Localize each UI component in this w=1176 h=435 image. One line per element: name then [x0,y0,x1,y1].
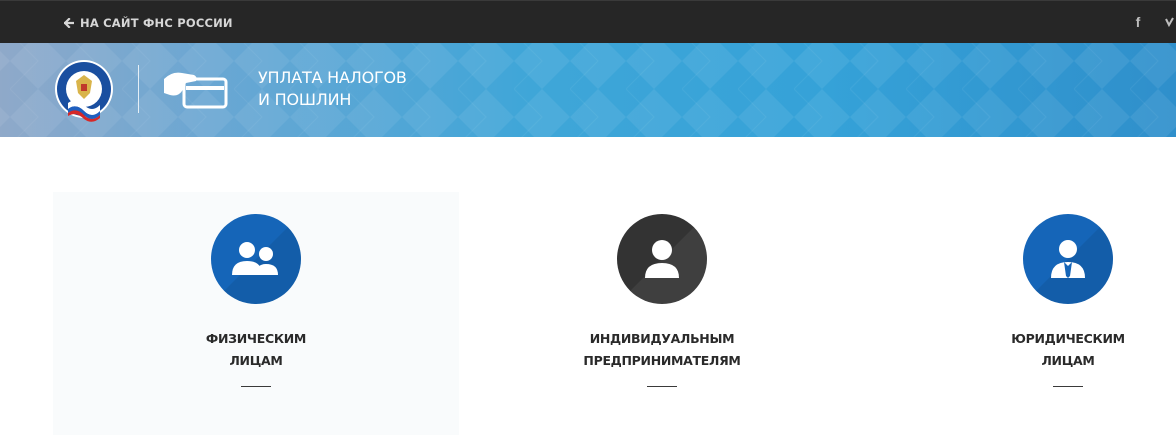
card-legal-entities[interactable]: ЮРИДИЧЕСКИМ ЛИЦАМ [865,192,1176,435]
title-underline [647,386,677,387]
card-title-line2: ЛИЦАМ [1041,353,1095,368]
card-title-line1: ИНДИВИДУАЛЬНЫМ [589,331,735,346]
card-title-line1: ФИЗИЧЕСКИМ [205,331,307,346]
card-entrepreneurs-title: ИНДИВИДУАЛЬНЫМ ПРЕДПРИНИМАТЕЛЯМ [583,328,740,372]
title-underline [1053,386,1083,387]
card-individuals-title: ФИЗИЧЕСКИМ ЛИЦАМ [206,328,306,372]
user-icon [645,240,679,278]
banner-divider [138,65,139,113]
back-to-fns-link[interactable]: НА САЙТ ФНС РОССИИ [64,14,233,32]
card-entrepreneurs[interactable]: ИНДИВИДУАЛЬНЫМ ПРЕДПРИНИМАТЕЛЯМ [459,192,865,435]
card-individuals[interactable]: ФИЗИЧЕСКИМ ЛИЦАМ [53,192,459,435]
vk-icon[interactable] [1162,12,1176,32]
businessman-icon [1051,240,1085,278]
user-icon-circle [617,214,707,304]
card-title-line1: ЮРИДИЧЕСКИМ [1011,331,1125,346]
card-title-line2: ПРЕДПРИНИМАТЕЛЯМ [583,353,741,368]
users-icon-circle [211,214,301,304]
arrow-left-icon [64,18,74,28]
banner-title: УПЛАТА НАЛОГОВ И ПОШЛИН [258,67,407,111]
card-payment-icon [164,72,228,109]
fns-emblem-logo[interactable] [54,53,114,125]
businessman-icon-circle [1023,214,1113,304]
top-bar: НА САЙТ ФНС РОССИИ f [0,0,1176,43]
back-link-label: НА САЙТ ФНС РОССИИ [80,16,233,30]
card-legal-entities-title: ЮРИДИЧЕСКИМ ЛИЦАМ [1011,328,1125,372]
card-title-line2: ЛИЦАМ [229,353,283,368]
facebook-icon[interactable]: f [1130,12,1146,32]
banner-title-line1: УПЛАТА НАЛОГОВ [258,68,407,87]
banner-title-line2: И ПОШЛИН [258,90,352,109]
header-banner: УПЛАТА НАЛОГОВ И ПОШЛИН [0,43,1176,137]
title-underline [241,386,271,387]
users-icon [232,242,278,275]
